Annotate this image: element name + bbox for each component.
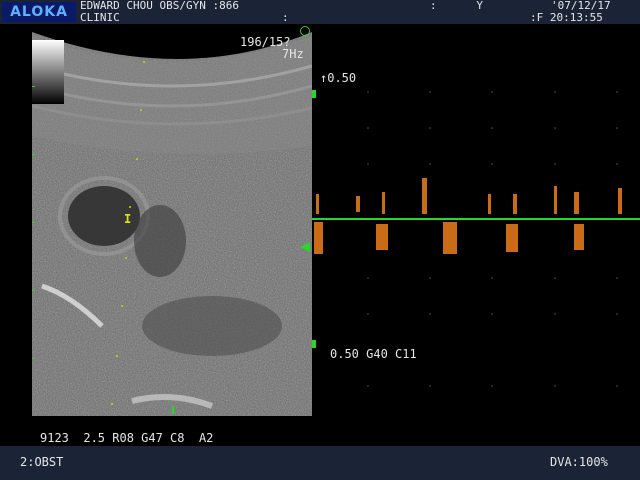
dva-readout: DVA:100% — [550, 455, 608, 469]
header-colon: : — [282, 11, 289, 24]
patient-field: : Y — [430, 0, 483, 12]
header-bar: ALOKA EDWARD CHOU OBS/GYN :866 CLINIC : … — [0, 0, 640, 24]
b-mode-image[interactable]: 196/15? 7Hz I — [32, 26, 312, 416]
velocity-scale-top: ↑0.50 — [320, 71, 357, 85]
b-mode-parameters: 9123 2.5 R08 G47 C8 A2 — [40, 431, 214, 445]
doppler-trace-panel[interactable]: ↑0.50 0.50 G40 C11 — [300, 26, 640, 416]
baseline-marker-icon[interactable] — [300, 242, 310, 252]
exam-time: :F 20:13:55 — [530, 11, 603, 24]
footer-bar: 2:OBST DVA:100% — [0, 446, 640, 480]
clinic-name-line2: CLINIC — [80, 11, 120, 24]
doppler-settings: 0.50 G40 C11 — [330, 347, 417, 361]
probe-orientation-icon — [300, 26, 310, 36]
caliper-marker[interactable]: I — [124, 212, 131, 226]
exam-mode: 2:OBST — [20, 455, 64, 469]
brand-logo: ALOKA — [2, 2, 76, 22]
frequency-readout: 7Hz — [282, 47, 304, 61]
b-mode-scan-svg — [32, 26, 312, 416]
